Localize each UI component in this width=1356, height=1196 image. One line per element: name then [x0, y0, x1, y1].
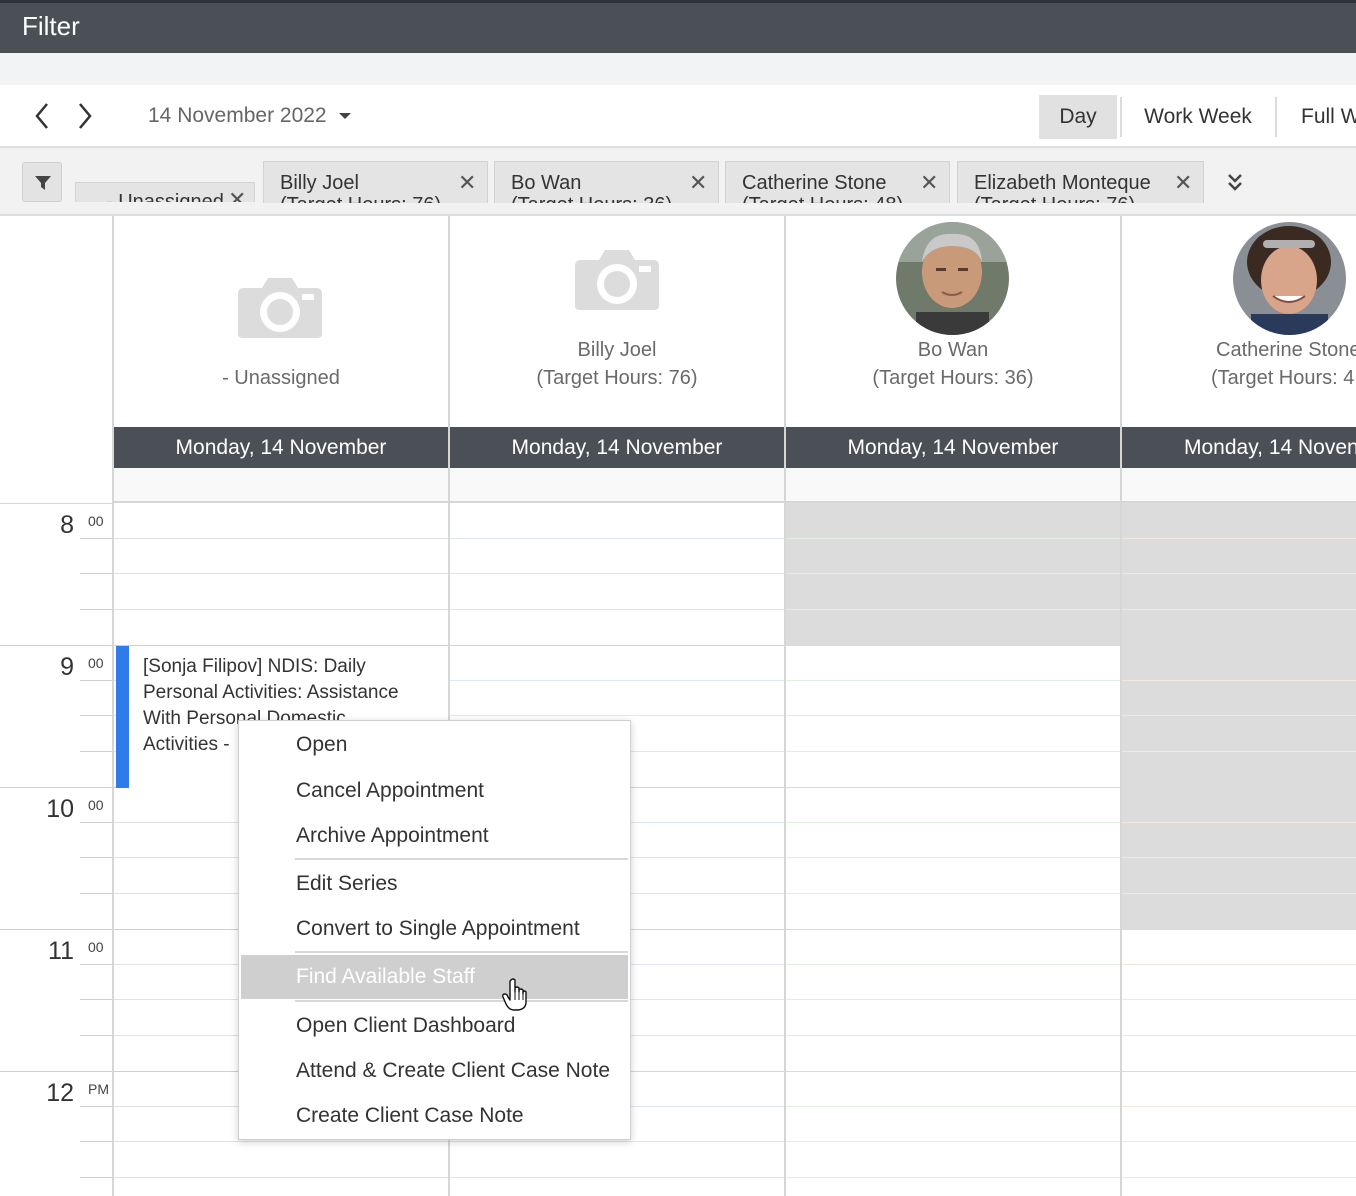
resource-name: Catherine Stone: [1216, 339, 1356, 361]
chip-label: Bo Wan(Target Hours: 36): [511, 172, 672, 203]
menu-item-cancel-appointment[interactable]: Cancel Appointment: [239, 769, 630, 813]
menu-item-attend-create-case-note[interactable]: Attend & Create Client Case Note: [239, 1049, 630, 1093]
date-label: 14 November 2022: [148, 104, 327, 127]
double-chevron-down-icon: [1228, 174, 1242, 191]
resource-target-hours: (Target Hours: 4: [1211, 367, 1355, 389]
menu-item-edit-series[interactable]: Edit Series: [239, 862, 630, 906]
view-day-label: Day: [1059, 105, 1097, 128]
hour-label: 11: [48, 937, 74, 965]
filter-button[interactable]: [22, 162, 62, 202]
all-day-cell[interactable]: [1122, 468, 1356, 503]
menu-item-find-available-staff[interactable]: Find Available Staff: [241, 955, 628, 999]
appointment-color-bar: [116, 646, 129, 788]
resource-header-unassigned: - Unassigned: [114, 216, 450, 427]
resource-target-hours: (Target Hours: 36): [872, 367, 1034, 389]
resource-header-catherine-stone: Catherine Stone (Target Hours: 4: [1122, 216, 1356, 427]
day-header: Monday, 14 November: [114, 427, 450, 468]
chevron-left-icon: [35, 103, 48, 129]
day-header: Monday, 14 Noven: [1122, 427, 1356, 468]
resource-name: Bo Wan: [917, 339, 989, 361]
filter-icon: [35, 176, 51, 190]
next-date-button[interactable]: [70, 98, 100, 134]
day-column-catherine-stone[interactable]: [1122, 503, 1356, 1196]
view-work-week-button[interactable]: Work Week: [1124, 95, 1272, 139]
menu-item-archive-appointment[interactable]: Archive Appointment: [239, 814, 630, 858]
avatar: [1233, 222, 1346, 335]
hour-suffix: 00: [88, 797, 104, 813]
resource-header-billy-joel: Billy Joel (Target Hours: 76): [450, 216, 786, 427]
close-icon[interactable]: ✕: [228, 187, 246, 202]
menu-item-create-case-note[interactable]: Create Client Case Note: [239, 1094, 630, 1138]
day-column-bo-wan[interactable]: [786, 503, 1122, 1196]
context-menu: Open Cancel Appointment Archive Appointm…: [238, 720, 631, 1140]
close-icon[interactable]: ✕: [920, 170, 938, 196]
prev-date-button[interactable]: [27, 98, 57, 134]
date-picker[interactable]: 14 November 2022: [148, 104, 351, 128]
all-day-cell[interactable]: [114, 468, 450, 503]
chevron-right-icon: [79, 103, 92, 129]
chip-label: Billy Joel(Target Hours: 76): [280, 172, 441, 203]
view-work-week-label: Work Week: [1144, 105, 1252, 128]
filter-chip-billy-joel[interactable]: Billy Joel(Target Hours: 76) ✕: [263, 161, 488, 203]
hour-suffix: 00: [88, 939, 104, 955]
filter-chip-catherine-stone[interactable]: Catherine Stone(Target Hours: 48) ✕: [725, 161, 950, 203]
day-header: Monday, 14 November: [786, 427, 1122, 468]
menu-item-convert-to-single[interactable]: Convert to Single Appointment: [239, 907, 630, 951]
menu-separator: [295, 1000, 628, 1002]
title-bar: Filter: [0, 0, 1356, 53]
hour-suffix: PM: [88, 1081, 109, 1097]
menu-item-open-client-dashboard[interactable]: Open Client Dashboard: [239, 1004, 630, 1048]
corner-cell: [0, 216, 114, 503]
chip-label: Catherine Stone(Target Hours: 48): [742, 172, 903, 203]
caret-down-icon: [338, 113, 351, 120]
close-icon[interactable]: ✕: [689, 170, 707, 196]
camera-placeholder-icon: [575, 250, 659, 310]
filter-chip-bo-wan[interactable]: Bo Wan(Target Hours: 36) ✕: [494, 161, 719, 203]
all-day-cell[interactable]: [786, 468, 1122, 503]
resource-name: - Unassigned: [222, 367, 340, 389]
filter-chip-elizabeth-monteque[interactable]: Elizabeth Monteque(Target Hours: 76) ✕: [957, 161, 1204, 203]
view-separator: [1120, 97, 1122, 137]
view-full-week-button[interactable]: Full W: [1286, 95, 1356, 139]
menu-separator: [295, 858, 628, 860]
hour-suffix: 00: [88, 655, 104, 671]
avatar: [896, 222, 1009, 335]
menu-separator: [295, 951, 628, 953]
filter-chip-unassigned[interactable]: - Unassigned ✕: [75, 182, 255, 202]
resource-target-hours: (Target Hours: 76): [536, 367, 698, 389]
window-title: Filter: [22, 11, 80, 41]
hour-label: 9: [60, 653, 74, 681]
time-column: 8 00 9 00 10 00 11 00 12 PM: [0, 503, 114, 1196]
title-strip: [0, 53, 1356, 85]
day-header: Monday, 14 November: [450, 427, 786, 468]
view-separator: [1275, 97, 1277, 137]
menu-item-open[interactable]: Open: [239, 723, 630, 767]
hour-suffix: 00: [88, 513, 104, 529]
chip-label: Elizabeth Monteque(Target Hours: 76): [974, 172, 1151, 203]
chip-label: - Unassigned: [106, 191, 224, 202]
hour-label: 12: [46, 1079, 74, 1107]
view-full-week-label: Full W: [1301, 105, 1356, 128]
all-day-cell[interactable]: [450, 468, 786, 503]
expand-filters-button[interactable]: [1222, 170, 1248, 196]
hand-cursor-icon: [502, 978, 527, 1011]
camera-placeholder-icon: [238, 278, 322, 338]
hour-label: 10: [46, 795, 74, 823]
close-icon[interactable]: ✕: [458, 170, 476, 196]
close-icon[interactable]: ✕: [1174, 170, 1192, 196]
view-day-button[interactable]: Day: [1039, 95, 1117, 139]
resource-header-bo-wan: Bo Wan (Target Hours: 36): [786, 216, 1122, 427]
hour-label: 8: [60, 511, 74, 539]
resource-name: Billy Joel: [577, 339, 657, 361]
